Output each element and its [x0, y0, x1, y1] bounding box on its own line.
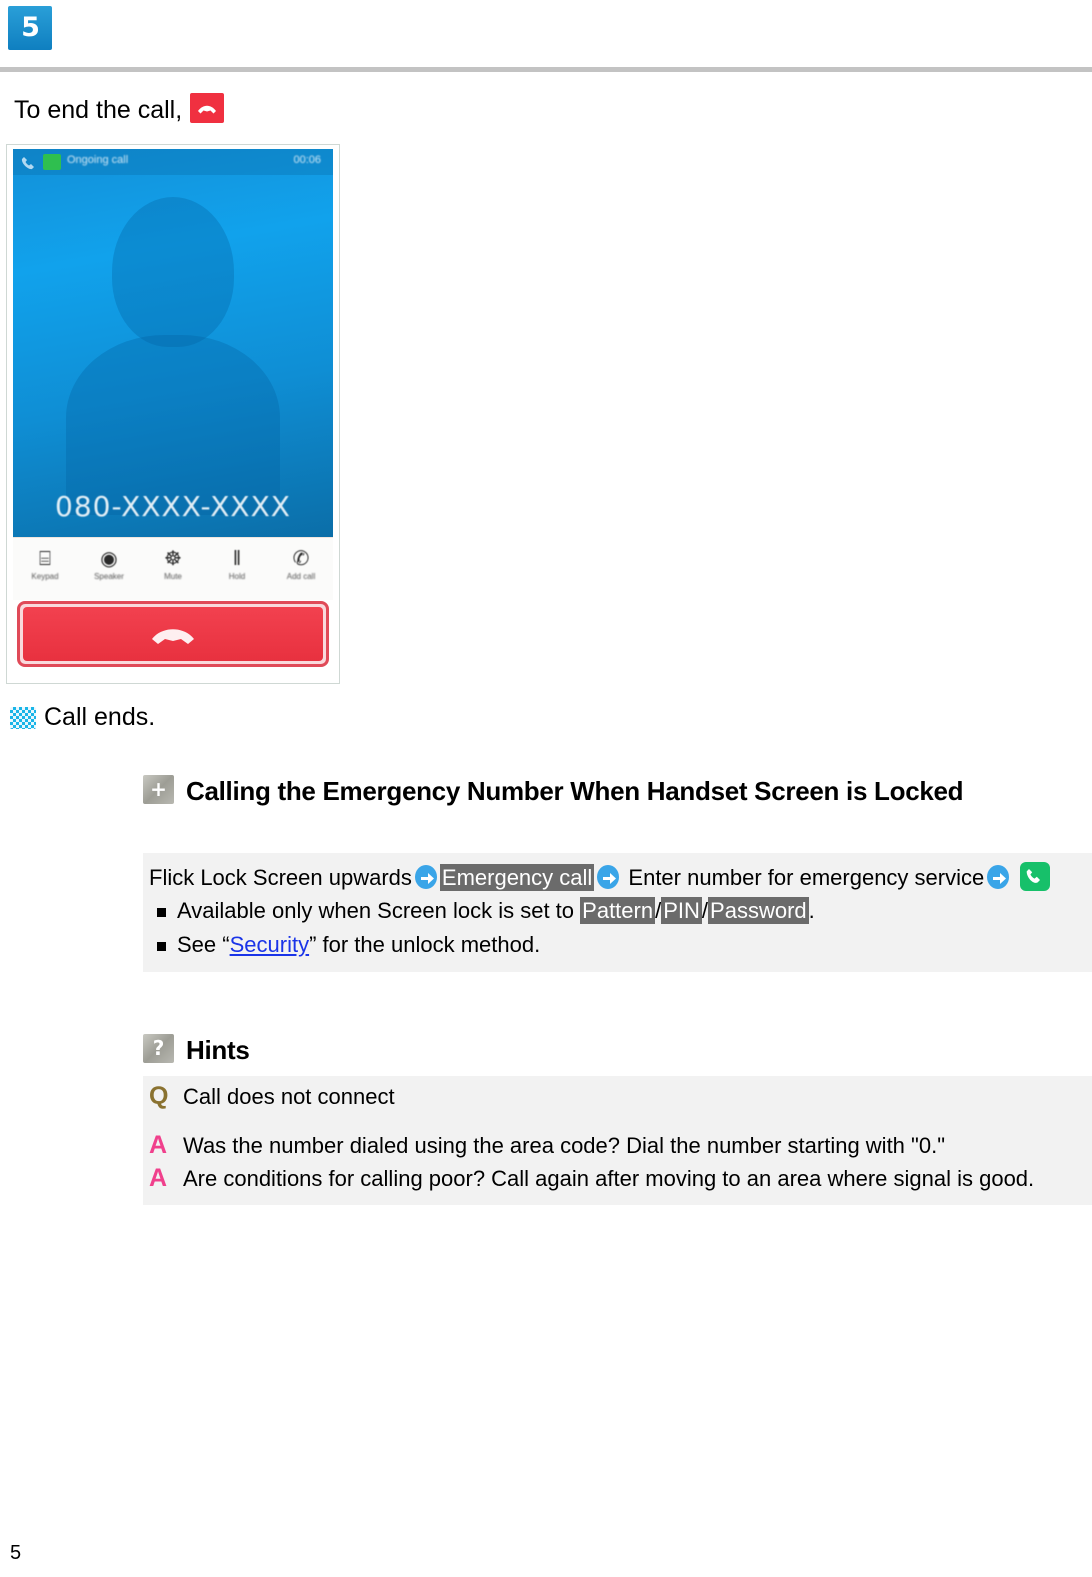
intro-instruction: To end the call,: [14, 93, 225, 127]
phone-call-icon: [1020, 862, 1051, 891]
avatar-body: [66, 335, 280, 515]
emergency-section-body: Flick Lock Screen upwards Emergency call …: [143, 853, 1092, 972]
security-link[interactable]: Security: [230, 932, 309, 957]
call-ends-text: Call ends.: [44, 703, 156, 731]
arrow-right-icon: [413, 864, 439, 890]
emergency-steps: Flick Lock Screen upwards Emergency call …: [149, 861, 1086, 894]
intro-text: To end the call,: [14, 96, 183, 124]
hint-answer-row: A Was the number dialed using the area c…: [149, 1129, 1086, 1162]
plus-icon: +: [143, 775, 174, 804]
header-divider: [0, 67, 1092, 72]
arrow-right-icon: [595, 864, 621, 890]
mute-icon: ☸: [164, 548, 182, 570]
end-call-button[interactable]: [23, 607, 323, 661]
call-control-speaker[interactable]: ◉ Speaker: [77, 538, 141, 600]
answer-mark-label: A: [149, 1131, 168, 1159]
pin-highlight: PIN: [661, 897, 702, 924]
call-control-keypad[interactable]: ⌸ Keypad: [13, 538, 77, 600]
keypad-icon: ⌸: [39, 548, 51, 570]
phone-screenshot: Ongoing call 00:06 080-XXXX-XXXX ⌸ Keypa…: [6, 144, 340, 684]
call-controls-row: ⌸ Keypad ◉ Speaker ☸ Mute ‖ Hold ✆ Add c…: [13, 537, 333, 600]
hint-answer-row: A Are conditions for calling poor? Call …: [149, 1162, 1086, 1195]
list-item: Available only when Screen lock is set t…: [149, 894, 1086, 928]
note-suffix: ” for the unlock method.: [309, 932, 541, 957]
end-call-highlight: [17, 601, 329, 667]
hold-icon: ‖: [232, 548, 242, 570]
phone-screen: Ongoing call 00:06 080-XXXX-XXXX: [13, 149, 333, 537]
call-icon: [21, 157, 34, 170]
message-icon: [43, 154, 61, 170]
note-prefix: Available only when Screen lock is set t…: [177, 898, 581, 923]
status-time: 00:06: [293, 154, 321, 166]
question-mark-label: Q: [149, 1082, 169, 1110]
list-item: See “Security” for the unlock method.: [149, 928, 1086, 962]
add-call-icon: ✆: [292, 548, 310, 570]
answer-text: Are conditions for calling poor? Call ag…: [183, 1166, 1035, 1191]
contact-avatar: [66, 197, 280, 515]
hints-section-title: Hints: [186, 1035, 250, 1065]
step-text-2: Enter number for emergency service: [628, 865, 985, 890]
emergency-notes-list: Available only when Screen lock is set t…: [149, 894, 1086, 962]
end-call-icon: [190, 93, 225, 123]
call-ends-result: Call ends.: [10, 700, 155, 734]
phone-number: 080-XXXX-XXXX: [55, 490, 291, 523]
call-control-label: Mute: [164, 572, 182, 581]
question-text: Call does not connect: [183, 1084, 395, 1109]
end-call-icon: [152, 629, 194, 644]
note-prefix: See “: [177, 932, 230, 957]
hints-section-heading: ? Hints: [143, 1034, 1092, 1066]
hint-question-row: Q Call does not connect: [149, 1080, 1086, 1113]
speaker-icon: ◉: [100, 548, 118, 570]
chapter-badge: 5: [8, 6, 52, 50]
page-number: 5: [10, 1542, 22, 1564]
password-highlight: Password: [708, 897, 809, 924]
arrow-right-icon: [985, 864, 1011, 890]
answer-mark-label: A: [149, 1164, 168, 1192]
status-bar: Ongoing call 00:06: [13, 149, 333, 175]
call-control-label: Speaker: [94, 572, 124, 581]
call-control-label: Keypad: [31, 572, 59, 581]
call-control-add-call[interactable]: ✆ Add call: [269, 538, 333, 600]
avatar-head: [112, 197, 234, 347]
step-text-1: Flick Lock Screen upwards: [149, 865, 412, 890]
call-control-hold[interactable]: ‖ Hold: [205, 538, 269, 600]
pattern-highlight: Pattern: [580, 897, 656, 924]
call-control-label: Hold: [228, 572, 246, 581]
page-header: 5: [0, 0, 1092, 72]
emergency-section-title: Calling the Emergency Number When Handse…: [186, 776, 964, 806]
call-control-label: Add call: [286, 572, 316, 581]
hints-section-body: Q Call does not connect A Was the number…: [143, 1076, 1092, 1205]
call-control-mute[interactable]: ☸ Mute: [141, 538, 205, 600]
answer-text: Was the number dialed using the area cod…: [183, 1133, 945, 1158]
status-notification-text: Ongoing call: [67, 154, 129, 166]
checkered-flag-icon: [10, 707, 36, 729]
note-suffix: .: [808, 898, 815, 923]
emergency-section-heading: + Calling the Emergency Number When Hand…: [143, 775, 1092, 807]
emergency-call-highlight: Emergency call: [439, 864, 595, 891]
question-icon: ?: [143, 1034, 174, 1063]
